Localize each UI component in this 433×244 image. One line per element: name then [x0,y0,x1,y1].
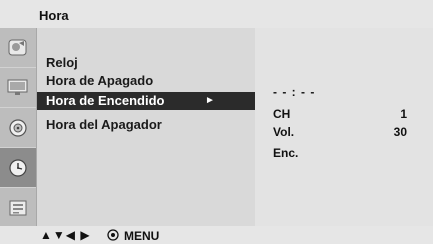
info-row-ch: CH 1 [273,107,407,123]
info-row-enc: Enc. [273,146,407,162]
menu-item-label: Hora de Encendido [46,93,165,108]
menu-item-label: Hora del Apagador [46,117,162,132]
ok-button-icon [107,229,119,241]
menu-item-hora-de-encendido[interactable]: Hora de Encendido ► [37,92,255,110]
title-bar: Hora [0,0,433,28]
navigation-arrows-icon: ▲▼◀ ▶ [40,228,91,242]
info-label: Vol. [273,125,295,139]
info-label: CH [273,107,291,121]
category-setup[interactable] [0,188,36,228]
screen-icon [7,79,28,95]
category-screen[interactable] [0,68,36,108]
osd-window: Hora Reloj Hora de Apagado Hora de Encen… [0,0,433,244]
menu-key-label: MENU [124,229,160,243]
time-readout: - - : - - [273,85,316,99]
menu-item-hora-de-apagado[interactable]: Hora de Apagado [46,72,153,90]
info-panel: - - : - - CH 1 Vol. 30 Enc. [255,28,417,226]
menu-title: Hora [39,8,69,23]
info-row-vol: Vol. 30 [273,125,407,141]
footer-hint-bar: ▲▼◀ ▶ MENU [0,226,433,244]
menu-item-hora-del-apagador[interactable]: Hora del Apagador [46,116,162,134]
picture-icon [8,39,27,55]
submenu-arrow-icon: ► [205,95,215,106]
category-icon-column [0,28,37,228]
menu-list: Reloj Hora de Apagado Hora de Encendido … [37,28,255,226]
info-label: Enc. [273,146,299,160]
category-picture[interactable] [0,28,36,68]
menu-item-label: Hora de Apagado [46,73,154,88]
clock-icon [9,158,27,177]
info-value: 1 [400,107,407,121]
info-value: 30 [393,125,407,139]
setup-icon [9,200,27,215]
menu-item-label: Reloj [46,55,78,70]
menu-item-reloj[interactable]: Reloj [46,54,78,72]
category-time[interactable] [0,148,36,188]
audio-icon [9,118,27,137]
category-audio[interactable] [0,108,36,148]
